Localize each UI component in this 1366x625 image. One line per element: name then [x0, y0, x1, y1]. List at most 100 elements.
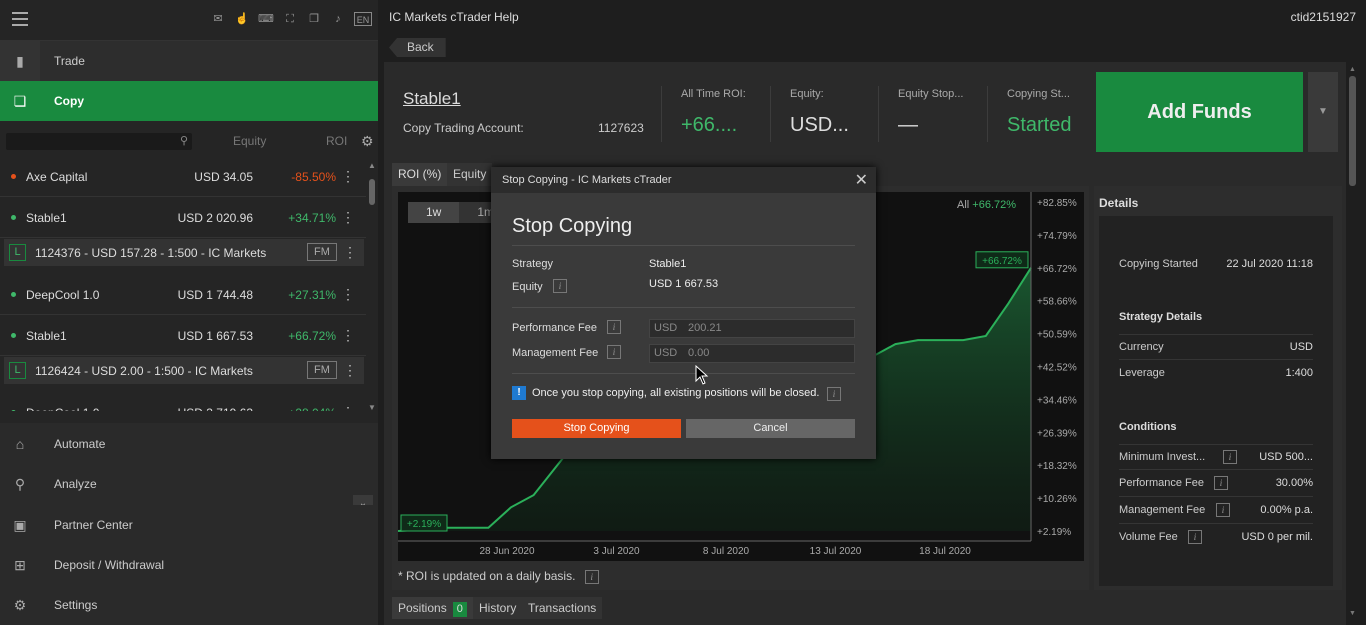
- strategy-row[interactable]: DeepCool 1.0 USD 1 744.48 +27.31% ⋮: [0, 277, 366, 315]
- nav-settings[interactable]: ⚙ Settings: [0, 585, 378, 625]
- top-icons: ✉ ☝ ⌨ ⛶ ❐ ♪ EN: [210, 12, 372, 26]
- mouse-cursor-icon: [695, 365, 709, 385]
- nav-partner-label: Partner Center: [54, 518, 133, 532]
- detail-management-fee: Management Fee i 0.00% p.a.: [1119, 498, 1313, 524]
- y-tick-label: +66.72%: [1037, 264, 1077, 275]
- more-options-icon[interactable]: ⋮: [343, 244, 357, 261]
- y-tick-label: +34.46%: [1037, 395, 1077, 406]
- menu-app-title[interactable]: IC Markets cTrader: [389, 10, 491, 24]
- info-icon[interactable]: i: [553, 279, 567, 293]
- column-equity[interactable]: Equity: [233, 134, 266, 148]
- performance-fee-field[interactable]: USD 200.21: [649, 319, 855, 338]
- language-selector[interactable]: EN: [354, 12, 372, 26]
- hamburger-menu-icon[interactable]: [12, 12, 28, 26]
- y-tick-label: +82.85%: [1037, 198, 1077, 209]
- mail-icon[interactable]: ✉: [210, 12, 226, 26]
- fm-badge[interactable]: FM: [307, 361, 337, 379]
- fullscreen-icon[interactable]: ⛶: [282, 12, 298, 26]
- status-dot: [11, 333, 16, 338]
- menu-help[interactable]: Help: [494, 10, 519, 24]
- touch-icon[interactable]: ☝: [234, 12, 250, 26]
- strategy-row[interactable]: Axe Capital USD 34.05 -85.50% ⋮: [0, 159, 366, 197]
- more-options-icon[interactable]: ⋮: [341, 327, 355, 344]
- cancel-button[interactable]: Cancel: [686, 419, 855, 438]
- info-icon[interactable]: i: [584, 570, 599, 584]
- back-button[interactable]: Back: [389, 38, 446, 57]
- main-scrollbar[interactable]: ▲ ▼: [1348, 66, 1358, 621]
- chevron-down-icon[interactable]: ▼: [1308, 72, 1338, 152]
- nav-deposit-withdrawal[interactable]: ⊞ Deposit / Withdrawal: [0, 545, 378, 585]
- chart-all-roi: All +66.72%: [957, 199, 1016, 211]
- info-icon[interactable]: i: [1216, 503, 1230, 517]
- info-icon[interactable]: i: [827, 387, 841, 401]
- scroll-down-icon[interactable]: ▼: [1349, 610, 1356, 617]
- keyboard-icon[interactable]: ⌨: [258, 12, 274, 26]
- scroll-thumb[interactable]: [369, 179, 375, 205]
- stop-copying-button[interactable]: Stop Copying: [512, 419, 681, 438]
- detail-key: Leverage: [1119, 367, 1165, 379]
- status-dot: [11, 174, 16, 179]
- divider: [512, 373, 855, 374]
- list-scrollbar[interactable]: ▲ ▼: [368, 159, 376, 412]
- info-icon[interactable]: i: [607, 345, 621, 359]
- nav-trade[interactable]: ▮ Trade: [0, 41, 378, 81]
- detail-leverage: Leverage 1:400: [1119, 361, 1313, 387]
- nav-analyze[interactable]: ⚲ Analyze: [0, 464, 378, 504]
- account-row[interactable]: L 1124376 - USD 157.28 - 1:500 - IC Marke…: [4, 239, 364, 266]
- account-row[interactable]: L 1126424 - USD 2.00 - 1:500 - IC Markets…: [4, 357, 364, 384]
- user-id[interactable]: ctid2151927: [1291, 10, 1356, 24]
- strategy-title[interactable]: Stable1: [403, 89, 461, 109]
- nav-automate[interactable]: ⌂ Automate: [0, 424, 378, 464]
- strategy-name: DeepCool 1.0: [26, 288, 100, 302]
- nav-partner-center[interactable]: ▣ Partner Center: [0, 505, 378, 545]
- strategy-row[interactable]: Stable1 USD 1 667.53 +66.72% ⋮: [0, 318, 366, 356]
- dialog-heading: Stop Copying: [512, 215, 633, 237]
- window-icon[interactable]: ❐: [306, 12, 322, 26]
- nav-copy[interactable]: ❏ Copy: [0, 81, 378, 121]
- strategy-row[interactable]: DeepCool 1.0 USD 3 719.63 +28.04% ⋮: [0, 395, 366, 411]
- detail-value: 30.00%: [1275, 477, 1313, 489]
- dialog-window-title: Stop Copying - IC Markets cTrader: [502, 174, 672, 186]
- tab-positions[interactable]: Positions 0: [392, 597, 473, 619]
- sound-icon[interactable]: ♪: [330, 12, 346, 26]
- detail-value: 0.00% p.a.: [1260, 504, 1313, 516]
- equity-label: Equity: [512, 281, 543, 293]
- deposit-icon: ⊞: [14, 556, 26, 573]
- management-fee-field[interactable]: USD 0.00: [649, 344, 855, 363]
- tab-equity[interactable]: Equity: [447, 163, 493, 186]
- detail-key: Volume Fee: [1119, 531, 1178, 543]
- scroll-up-icon[interactable]: ▲: [368, 161, 376, 170]
- tab-roi[interactable]: ROI (%): [392, 163, 448, 186]
- gear-icon[interactable]: ⚙: [361, 133, 374, 150]
- scroll-down-icon[interactable]: ▼: [368, 403, 376, 412]
- info-icon[interactable]: i: [1214, 476, 1228, 490]
- copy-account-label: Copy Trading Account:: [403, 121, 524, 135]
- more-options-icon[interactable]: ⋮: [341, 404, 355, 411]
- tab-transactions[interactable]: Transactions: [522, 597, 603, 619]
- scroll-thumb[interactable]: [1349, 76, 1356, 186]
- strategy-name: Stable1: [26, 329, 67, 343]
- info-icon[interactable]: i: [1188, 530, 1202, 544]
- search-input[interactable]: ⚲: [6, 133, 192, 150]
- info-icon[interactable]: i: [607, 320, 621, 334]
- column-roi[interactable]: ROI: [326, 134, 347, 148]
- more-options-icon[interactable]: ⋮: [341, 209, 355, 226]
- roi-note-text: * ROI is updated on a daily basis.: [398, 569, 576, 583]
- start-roi-badge: +2.19%: [407, 519, 441, 530]
- warning-text: Once you stop copying, all existing posi…: [532, 387, 820, 399]
- candlestick-icon: ▮: [0, 41, 40, 81]
- divider: [987, 86, 988, 142]
- tab-history[interactable]: History: [473, 597, 523, 619]
- strategy-row[interactable]: Stable1 USD 2 020.96 +34.71% ⋮: [0, 200, 366, 238]
- more-options-icon[interactable]: ⋮: [341, 168, 355, 185]
- add-funds-button[interactable]: Add Funds: [1096, 72, 1303, 152]
- x-tick-label: 13 Jul 2020: [810, 546, 862, 557]
- close-icon[interactable]: ✕: [855, 170, 868, 190]
- more-options-icon[interactable]: ⋮: [343, 362, 357, 379]
- info-icon[interactable]: i: [1223, 450, 1237, 464]
- divider: [512, 307, 855, 308]
- fm-badge[interactable]: FM: [307, 243, 337, 261]
- period-1w[interactable]: 1w: [408, 202, 460, 223]
- scroll-up-icon[interactable]: ▲: [1349, 66, 1356, 73]
- more-options-icon[interactable]: ⋮: [341, 286, 355, 303]
